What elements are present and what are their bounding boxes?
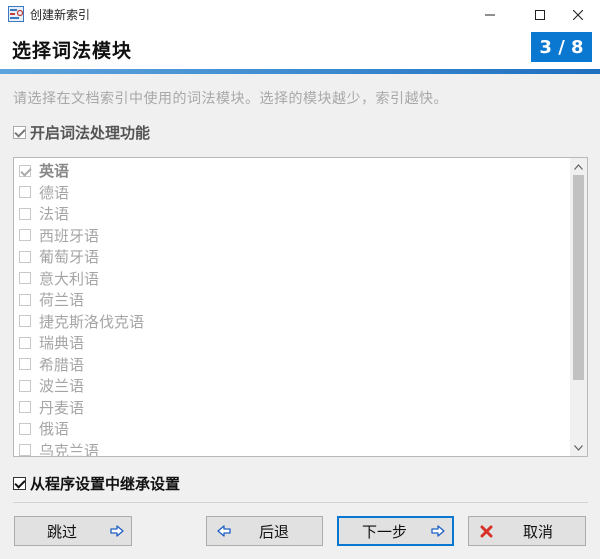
list-scrollbar[interactable] <box>570 158 587 456</box>
language-label: 西班牙语 <box>39 226 100 245</box>
language-label: 法语 <box>39 205 70 224</box>
window-titlebar: 创建新索引 <box>0 0 600 28</box>
divider <box>13 502 588 503</box>
wizard-header: 选择词法模块 3 / 8 <box>0 28 600 70</box>
language-item[interactable]: 俄语 <box>14 418 570 440</box>
app-icon <box>8 6 24 22</box>
language-item[interactable]: 丹麦语 <box>14 397 570 419</box>
arrow-left-icon <box>216 523 232 539</box>
language-label: 英语 <box>39 162 70 181</box>
maximize-icon <box>535 5 545 24</box>
checkbox-icon <box>19 293 31 306</box>
close-icon <box>572 5 584 24</box>
checkbox-icon <box>19 186 31 199</box>
cancel-button[interactable]: 取消 <box>468 516 586 546</box>
checkbox-icon <box>19 250 31 263</box>
language-item[interactable]: 乌克兰语 <box>14 440 570 457</box>
scroll-down-icon[interactable] <box>570 439 587 456</box>
checkbox-icon <box>19 401 31 414</box>
language-label: 波兰语 <box>39 377 85 396</box>
enable-lexical-label: 开启词法处理功能 <box>30 124 151 142</box>
cancel-label: 取消 <box>523 522 554 541</box>
scroll-up-icon[interactable] <box>570 158 587 175</box>
language-items: 英语德语法语西班牙语葡萄牙语意大利语荷兰语捷克斯洛伐克语 瑞典语希腊语波兰语丹麦语… <box>14 160 570 457</box>
minimize-icon <box>485 5 495 24</box>
step-indicator: 3 / 8 <box>531 32 592 62</box>
next-button[interactable]: 下一步 <box>337 516 454 546</box>
language-label: 丹麦语 <box>39 398 85 417</box>
checkbox-icon <box>19 358 31 371</box>
checkbox-icon <box>19 336 31 349</box>
checkbox-icon <box>19 379 31 392</box>
checkbox-icon <box>13 477 26 490</box>
language-item[interactable]: 荷兰语 <box>14 289 570 311</box>
close-window-button[interactable] <box>556 0 600 28</box>
language-label: 荷兰语 <box>39 291 85 310</box>
language-item[interactable]: 希腊语 <box>14 354 570 376</box>
back-label: 后退 <box>259 522 290 541</box>
scroll-thumb[interactable] <box>573 175 584 380</box>
arrow-right-icon <box>109 523 125 539</box>
language-label: 乌克兰语 <box>39 441 100 457</box>
language-label: 瑞典语 <box>39 334 85 353</box>
language-label: 捷克斯洛伐克语 <box>39 312 145 331</box>
language-item[interactable]: 捷克斯洛伐克语 <box>14 311 570 333</box>
language-item[interactable]: 意大利语 <box>14 268 570 290</box>
checkbox-icon <box>19 272 31 285</box>
checkbox-icon <box>19 422 31 435</box>
language-label: 俄语 <box>39 420 70 439</box>
checkbox-icon <box>19 444 31 456</box>
minimize-button[interactable] <box>468 0 512 28</box>
language-label: 德语 <box>39 183 70 202</box>
checkbox-icon <box>13 126 26 139</box>
back-button[interactable]: 后退 <box>206 516 323 546</box>
window-title: 创建新索引 <box>30 8 91 22</box>
language-item[interactable]: 波兰语 <box>14 375 570 397</box>
arrow-right-icon <box>430 523 446 539</box>
checkbox-icon <box>19 315 31 328</box>
language-item[interactable]: 法语 <box>14 203 570 225</box>
language-label: 意大利语 <box>39 269 100 288</box>
language-item[interactable]: 西班牙语 <box>14 225 570 247</box>
language-item[interactable]: 葡萄牙语 <box>14 246 570 268</box>
checkbox-icon <box>19 229 31 242</box>
inherit-settings-checkbox[interactable]: 从程序设置中继承设置 <box>13 473 180 494</box>
enable-lexical-checkbox[interactable]: 开启词法处理功能 <box>13 122 150 143</box>
checkbox-icon <box>19 207 31 220</box>
language-list[interactable]: 英语德语法语西班牙语葡萄牙语意大利语荷兰语捷克斯洛伐克语 瑞典语希腊语波兰语丹麦语… <box>13 157 588 457</box>
skip-button[interactable]: 跳过 <box>14 516 132 546</box>
skip-label: 跳过 <box>47 522 78 541</box>
instruction-text: 请选择在文档索引中使用的词法模块。选择的模块越少，索引越快。 <box>13 91 448 107</box>
language-label: 葡萄牙语 <box>39 248 100 267</box>
cancel-x-icon <box>478 523 494 539</box>
inherit-settings-label: 从程序设置中继承设置 <box>30 475 181 493</box>
page-title: 选择词法模块 <box>12 40 133 62</box>
language-item[interactable]: 德语 <box>14 182 570 204</box>
language-label: 希腊语 <box>39 355 85 374</box>
next-label: 下一步 <box>362 522 408 541</box>
language-item[interactable]: 英语 <box>14 160 570 182</box>
checkbox-icon <box>19 164 31 177</box>
header-accent-bar <box>0 69 600 74</box>
language-item[interactable]: 瑞典语 <box>14 332 570 354</box>
